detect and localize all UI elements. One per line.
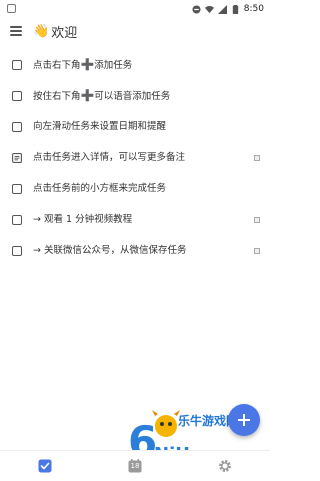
- task-checkbox[interactable]: [12, 91, 22, 101]
- status-icons: 8:50: [192, 3, 264, 15]
- plus-emoji-icon: ➕: [80, 89, 95, 102]
- task-checkbox[interactable]: [12, 122, 22, 132]
- task-row[interactable]: 点击右下角➕添加任务: [0, 50, 270, 80]
- bottom-nav: 18: [0, 450, 270, 481]
- task-checkbox[interactable]: [12, 184, 22, 194]
- calendar-icon[interactable]: 18: [128, 459, 142, 473]
- has-note-indicator-icon: [254, 217, 260, 223]
- task-title: 点击任务前的小方框来完成任务: [33, 183, 167, 194]
- battery-icon: [231, 4, 240, 14]
- todo-check-icon[interactable]: [38, 459, 52, 473]
- app-bar: 👋 欢迎: [0, 18, 270, 46]
- task-row[interactable]: → 观看 1 分钟视频教程: [0, 205, 270, 235]
- task-title: 点击右下角➕添加任务: [33, 58, 133, 71]
- task-checkbox[interactable]: [12, 60, 22, 70]
- wifi-icon: [204, 5, 214, 14]
- calendar-day-number: 18: [130, 462, 140, 470]
- task-row[interactable]: 点击任务进入详情，可以写更多备注: [0, 143, 270, 173]
- task-row[interactable]: 向左滑动任务来设置日期和提醒: [0, 112, 270, 142]
- add-task-button[interactable]: [228, 404, 260, 436]
- page-title-text: 欢迎: [51, 26, 78, 41]
- task-title: 向左滑动任务来设置日期和提醒: [33, 121, 167, 132]
- task-checkbox[interactable]: [12, 215, 22, 225]
- task-title: 按住右下角➕可以语音添加任务: [33, 89, 171, 102]
- menu-icon[interactable]: [10, 26, 22, 36]
- task-row[interactable]: 点击任务前的小方框来完成任务: [0, 174, 270, 204]
- note-icon[interactable]: [12, 153, 22, 163]
- task-title: 点击任务进入详情，可以写更多备注: [33, 152, 186, 163]
- notification-square-icon: [7, 4, 16, 13]
- do-not-disturb-icon: [192, 4, 201, 14]
- page-title: 👋 欢迎: [33, 22, 77, 41]
- has-note-indicator-icon: [254, 248, 260, 254]
- status-bar: 8:50: [0, 0, 270, 18]
- task-title: → 观看 1 分钟视频教程: [33, 214, 133, 225]
- plus-emoji-icon: ➕: [80, 58, 95, 71]
- status-time: 8:50: [243, 4, 264, 14]
- settings-gear-icon[interactable]: [218, 459, 232, 473]
- task-row[interactable]: 按住右下角➕可以语音添加任务: [0, 81, 270, 111]
- has-note-indicator-icon: [254, 155, 260, 161]
- waving-hand-icon: 👋: [33, 24, 50, 39]
- task-checkbox[interactable]: [12, 246, 22, 256]
- task-title: → 关联微信公众号，从微信保存任务: [33, 245, 187, 256]
- task-row[interactable]: → 关联微信公众号，从微信保存任务: [0, 236, 270, 266]
- signal-icon: [217, 4, 227, 14]
